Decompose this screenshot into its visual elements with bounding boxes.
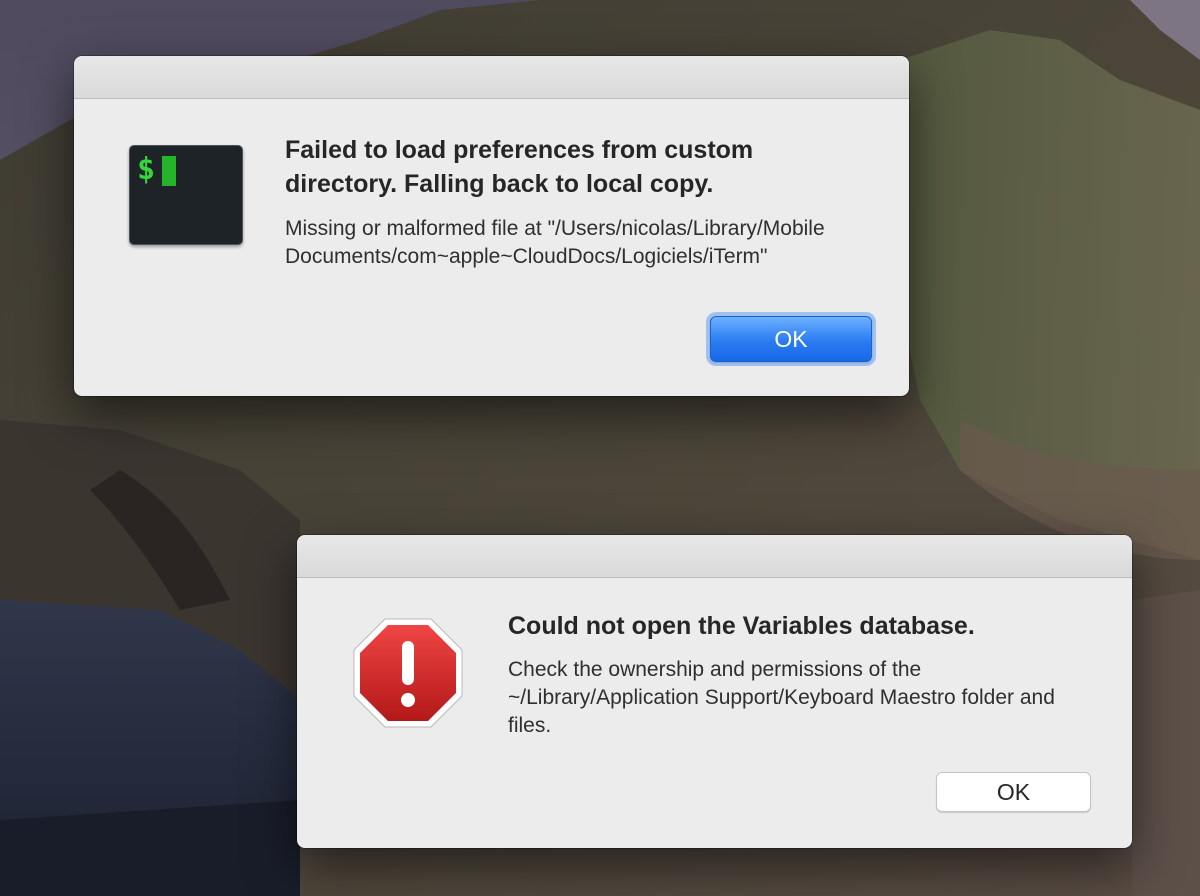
keyboard-maestro-alert-dialog: Could not open the Variables database. C… (297, 535, 1132, 848)
dialog-titlebar[interactable] (74, 56, 909, 99)
alert-message: Missing or malformed file at "/Users/nic… (285, 217, 825, 268)
alert-title: Could not open the Variables database. (508, 612, 975, 640)
alert-message: Check the ownership and permissions of t… (508, 658, 1055, 737)
cursor-block (162, 156, 176, 186)
stop-icon (352, 617, 464, 729)
ok-button[interactable]: OK (936, 772, 1091, 812)
ok-button[interactable]: OK (710, 316, 872, 362)
terminal-icon: $ (129, 145, 243, 245)
alert-title: Failed to load preferences from custom d… (285, 136, 754, 198)
prompt-glyph: $ (137, 152, 156, 187)
dialog-titlebar[interactable] (297, 535, 1132, 578)
iterm-alert-dialog: $ Failed to load preferences from custom… (74, 56, 909, 396)
